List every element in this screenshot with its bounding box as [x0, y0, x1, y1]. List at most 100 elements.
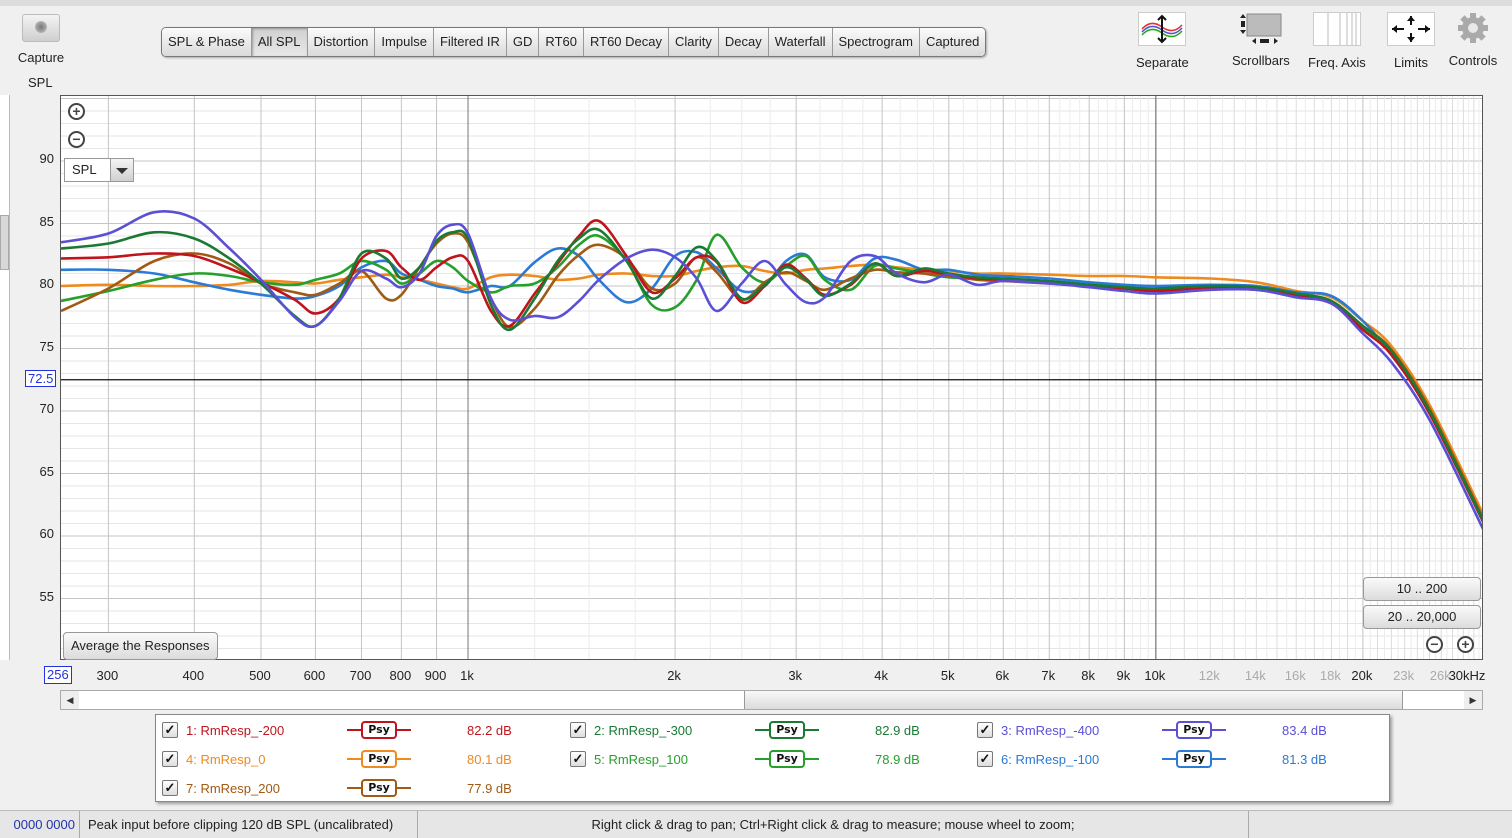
tab-decay[interactable]: Decay [718, 28, 769, 56]
x-tick-label: 8k [1081, 668, 1096, 683]
zoom-in-y-icon[interactable]: + [68, 103, 85, 120]
legend-level: 77.9 dB [467, 781, 512, 796]
status-hint: Right click & drag to pan; Ctrl+Right cl… [418, 811, 1249, 838]
tab-clarity[interactable]: Clarity [669, 28, 719, 56]
legend-level: 78.9 dB [875, 752, 920, 767]
zoom-out-x-icon[interactable]: − [1426, 636, 1443, 653]
smoothing-label: Psy [1176, 750, 1212, 768]
x-tick-label: 4k [874, 668, 888, 683]
horizontal-scrollbar[interactable]: ◀ ▶ [60, 690, 1483, 710]
legend-level: 81.3 dB [1282, 752, 1327, 767]
legend-checkbox[interactable]: ✓ [162, 751, 178, 767]
vertical-scrollbar-thumb[interactable] [0, 215, 9, 270]
window-top-strip [0, 0, 1512, 6]
y-tick-label: 60 [39, 526, 54, 541]
freq-axis-icon [1312, 12, 1361, 46]
legend-name[interactable]: 1: RmResp_-200 [186, 723, 284, 738]
tab-rt60[interactable]: RT60 [539, 28, 584, 56]
legend-checkbox[interactable]: ✓ [977, 722, 993, 738]
smoothing-label: Psy [361, 779, 397, 797]
legend-name[interactable]: 6: RmResp_-100 [1001, 752, 1099, 767]
smoothing-label: Psy [1176, 721, 1212, 739]
graph-type-label: SPL [28, 75, 53, 90]
display-select[interactable]: SPL [64, 158, 134, 182]
tab-filtered-ir[interactable]: Filtered IR [433, 28, 507, 56]
average-responses-button[interactable]: Average the Responses [63, 632, 218, 660]
legend-name[interactable]: 4: RmResp_0 [186, 752, 265, 767]
scroll-left-arrow-icon[interactable]: ◀ [61, 691, 79, 709]
legend-name[interactable]: 2: RmResp_-300 [594, 723, 692, 738]
x-tick-label: 700 [349, 668, 372, 683]
graph-tabs: SPL & Phase All SPL Distortion Impulse Filte… [161, 27, 987, 57]
range-10-200-button[interactable]: 10 .. 200 [1363, 577, 1481, 601]
capture-button[interactable]: Capture [14, 14, 68, 65]
tab-all-spl[interactable]: All SPL [251, 28, 308, 56]
legend-checkbox[interactable]: ✓ [570, 722, 586, 738]
legend-name[interactable]: 3: RmResp_-400 [1001, 723, 1099, 738]
tab-distortion[interactable]: Distortion [307, 28, 376, 56]
x-cursor-value: 256 [44, 666, 72, 684]
spl-plot-area[interactable] [60, 95, 1483, 660]
y-tick-label: 65 [39, 463, 54, 479]
zoom-out-y-icon[interactable]: − [68, 131, 85, 148]
legend-level: 82.9 dB [875, 723, 920, 738]
status-empty [1248, 811, 1512, 838]
spl-chart [61, 96, 1482, 659]
limits-label: Limits [1394, 55, 1428, 70]
y-tick-label: 70 [39, 401, 54, 416]
x-tick-label: 23k [1393, 668, 1415, 683]
vertical-scrollbar[interactable] [0, 95, 10, 660]
controls-label: Controls [1448, 53, 1498, 68]
smoothing-label: Psy [769, 750, 805, 768]
x-tick-label: 30kHz [1448, 668, 1486, 683]
legend-checkbox[interactable]: ✓ [162, 780, 178, 796]
range-20-20000-button[interactable]: 20 .. 20,000 [1363, 605, 1481, 629]
x-tick-label: 7k [1041, 668, 1056, 683]
legend-name[interactable]: 7: RmResp_200 [186, 781, 280, 796]
smoothing-button[interactable]: Psy [755, 721, 819, 739]
zoom-in-x-icon[interactable]: + [1457, 636, 1474, 653]
x-tick-label: 1k [460, 668, 474, 683]
horizontal-scrollbar-thumb[interactable] [744, 691, 1403, 709]
status-bar: 0000 0000 Peak input before clipping 120… [0, 810, 1512, 838]
separate-button[interactable]: Separate [1136, 12, 1189, 70]
smoothing-button[interactable]: Psy [347, 779, 411, 797]
smoothing-button[interactable]: Psy [1162, 750, 1226, 768]
chevron-down-icon[interactable] [110, 159, 133, 181]
smoothing-button[interactable]: Psy [1162, 721, 1226, 739]
smoothing-label: Psy [361, 750, 397, 768]
y-tick-label: 75 [39, 338, 54, 354]
separate-traces-icon [1138, 12, 1187, 46]
legend-checkbox[interactable]: ✓ [162, 722, 178, 738]
legend-checkbox[interactable]: ✓ [977, 751, 993, 767]
y-tick-label: 85 [39, 213, 54, 229]
tab-waterfall[interactable]: Waterfall [768, 28, 833, 56]
y-tick-label: 55 [39, 588, 54, 604]
smoothing-button[interactable]: Psy [347, 721, 411, 739]
status-peak-input: Peak input before clipping 120 dB SPL (u… [80, 811, 418, 838]
x-tick-label: 18k [1319, 668, 1341, 683]
x-tick-label: 3k [788, 668, 803, 683]
scrollbars-label: Scrollbars [1232, 53, 1290, 68]
tab-rt60-decay[interactable]: RT60 Decay [583, 28, 669, 56]
scroll-right-arrow-icon[interactable]: ▶ [1464, 691, 1482, 709]
limits-button[interactable]: Limits [1387, 12, 1435, 70]
legend-name[interactable]: 5: RmResp_100 [594, 752, 688, 767]
tab-spl-phase[interactable]: SPL & Phase [162, 28, 252, 56]
controls-button[interactable]: Controls [1448, 12, 1498, 68]
scrollbars-button[interactable]: Scrollbars [1232, 12, 1290, 68]
tab-spectrogram[interactable]: Spectrogram [832, 28, 920, 56]
tab-gd[interactable]: GD [506, 28, 540, 56]
x-tick-label: 600 [303, 668, 326, 683]
series-line-4 [61, 263, 1482, 515]
x-tick-label: 5k [940, 668, 955, 683]
smoothing-button[interactable]: Psy [755, 750, 819, 768]
smoothing-button[interactable]: Psy [347, 750, 411, 768]
x-tick-label: 10k [1144, 668, 1166, 683]
freq-axis-button[interactable]: Freq. Axis [1308, 12, 1366, 70]
legend-level: 83.4 dB [1282, 723, 1327, 738]
tab-impulse[interactable]: Impulse [375, 28, 434, 56]
legend-checkbox[interactable]: ✓ [570, 751, 586, 767]
y-tick-label: 90 [39, 151, 54, 166]
tab-captured[interactable]: Captured [919, 28, 986, 56]
